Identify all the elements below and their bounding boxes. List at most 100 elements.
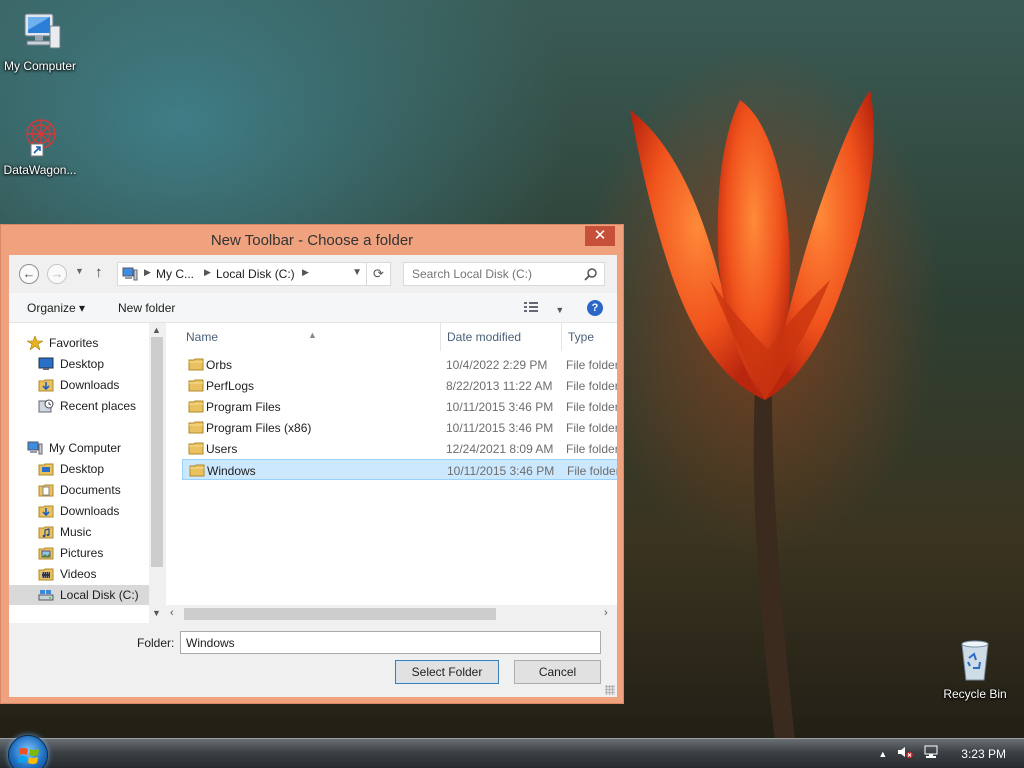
breadcrumb-local-disk[interactable]: Local Disk (C:) [216,267,295,281]
nav-favorites[interactable]: Favorites [27,333,98,353]
dialog-title: New Toolbar - Choose a folder [210,232,414,249]
desktop-icon [38,357,54,370]
column-header-type[interactable]: Type [561,323,617,351]
file-date-modified: 10/11/2015 3:46 PM [447,464,555,478]
organize-menu[interactable]: Organize ▾ [27,301,85,315]
forward-button[interactable]: → [47,264,67,284]
nav-my-computer[interactable]: My Computer [27,438,121,458]
folder-icon [188,358,204,371]
file-date-modified: 10/4/2022 2:29 PM [446,358,548,372]
desktop-icon-my-computer[interactable]: My Computer [0,8,80,73]
downloads-folder-icon [38,379,54,392]
desktop-icon-recycle-bin[interactable]: Recycle Bin [935,636,1015,701]
dialog-titlebar[interactable]: New Toolbar - Choose a folder ✕ [1,225,623,255]
recycle-bin-icon [961,640,989,681]
close-button[interactable]: ✕ [585,226,615,246]
breadcrumb-separator[interactable]: ▶ [144,267,151,278]
file-date-modified: 10/11/2015 3:46 PM [446,400,554,414]
file-date-modified: 8/22/2013 11:22 AM [446,379,553,393]
file-type: File folder [566,358,617,372]
muted-volume-icon[interactable] [897,745,913,762]
desktop-icon-label: DataWagon... [3,163,77,177]
file-row[interactable]: Orbs 10/4/2022 2:29 PM File folder [182,354,617,375]
folder-field-label: Folder: [137,636,175,650]
nav-computer-local-disk[interactable]: Local Disk (C:) [9,585,149,605]
file-row[interactable]: Program Files 10/11/2015 3:46 PM File fold… [182,396,617,417]
file-name: Users [206,442,238,456]
computer-icon [27,441,43,455]
file-name: Orbs [206,358,233,372]
nav-label: Favorites [49,336,99,350]
scroll-down-arrow[interactable]: ▼ [152,608,161,618]
wallpaper-tulip [630,90,874,740]
nav-computer-documents[interactable]: Documents [38,480,121,500]
nav-favorites-recent-places[interactable]: Recent places [38,396,136,416]
music-folder-icon [38,526,54,539]
up-one-level-button[interactable]: ↑ [95,264,103,281]
column-header-date[interactable]: Date modified [440,323,560,351]
breadcrumb-my-computer[interactable]: My C... [156,267,194,281]
breadcrumb-separator[interactable]: ▶ [204,267,211,278]
column-name-label: Name [186,330,219,344]
show-hidden-icons-arrow[interactable]: ▲ [878,749,887,759]
file-row[interactable]: Program Files (x86) 10/11/2015 3:46 PM Fil… [182,417,617,438]
file-row[interactable]: PerfLogs 8/22/2013 11:22 AM File folder [182,375,617,396]
file-name: PerfLogs [206,379,255,393]
nav-pane-scrollbar[interactable]: ▲ ▼ [149,323,165,623]
taskbar: ▲ 3:23 PM [0,735,1024,768]
search-input[interactable] [404,263,574,285]
file-type: File folder [566,442,617,456]
folder-name-input[interactable] [180,631,601,654]
star-icon [27,336,43,350]
nav-favorites-desktop[interactable]: Desktop [38,354,104,374]
file-list-pane: Name ▲ Date modified Type Orbs 10/4/2022 … [166,323,617,623]
file-type: File folder [566,379,617,393]
file-row[interactable]: Users 12/24/2021 8:09 AM File folder [182,438,617,459]
nav-label: Local Disk (C:) [60,588,139,602]
start-button[interactable] [8,735,48,768]
nav-computer-desktop[interactable]: Desktop [38,459,104,479]
network-icon[interactable] [923,745,939,762]
search-box[interactable] [403,262,605,286]
videos-folder-icon [38,568,54,581]
nav-computer-pictures[interactable]: Pictures [38,543,103,563]
windows-logo-icon [18,748,39,764]
nav-label: My Computer [49,441,122,455]
file-row[interactable]: Windows 10/11/2015 3:46 PM File folder [182,459,617,480]
address-history-dropdown[interactable]: ▼ [352,267,362,278]
back-button[interactable]: ← [19,264,39,284]
drive-icon [38,590,54,601]
select-folder-button[interactable]: Select Folder [395,660,499,684]
folder-icon [189,464,205,477]
resize-grip[interactable] [605,685,615,695]
recent-locations-dropdown[interactable]: ▼ [75,266,84,276]
column-header-name[interactable]: Name ▲ [168,323,436,351]
nav-label: Documents [60,483,121,497]
computer-icon [24,13,61,49]
nav-label: Recent places [60,399,137,413]
scroll-thumb[interactable] [151,337,163,567]
taskbar-clock[interactable]: 3:23 PM [961,747,1006,761]
nav-favorites-downloads[interactable]: Downloads [38,375,119,395]
file-type: File folder [567,464,617,478]
scroll-up-arrow[interactable]: ▲ [152,325,161,335]
breadcrumb-separator[interactable]: ▶ [302,267,309,278]
help-icon[interactable]: ? [587,300,603,316]
new-folder-button[interactable]: New folder [118,301,175,315]
change-view-button[interactable]: ▼ [524,301,564,316]
desktop-icon-label: My Computer [3,59,77,73]
folder-icon [188,400,204,413]
nav-computer-downloads[interactable]: Downloads [38,501,119,521]
sort-ascending-icon: ▲ [308,330,317,340]
scroll-thumb[interactable] [184,608,496,620]
refresh-button[interactable]: ⟳ [367,262,391,286]
scroll-left-arrow[interactable]: ‹ [170,607,174,619]
scroll-right-arrow[interactable]: › [604,607,608,619]
nav-computer-music[interactable]: Music [38,522,91,542]
desktop-icon-datawagon[interactable]: DataWagon... [0,112,80,177]
command-bar: Organize ▾ New folder ▼ ? [9,293,617,323]
address-bar[interactable]: ▶ My C... ▶ Local Disk (C:) ▶ ▼ [117,262,367,286]
cancel-button[interactable]: Cancel [514,660,601,684]
file-list-horizontal-scrollbar[interactable]: ‹ › [166,605,617,623]
nav-computer-videos[interactable]: Videos [38,564,96,584]
